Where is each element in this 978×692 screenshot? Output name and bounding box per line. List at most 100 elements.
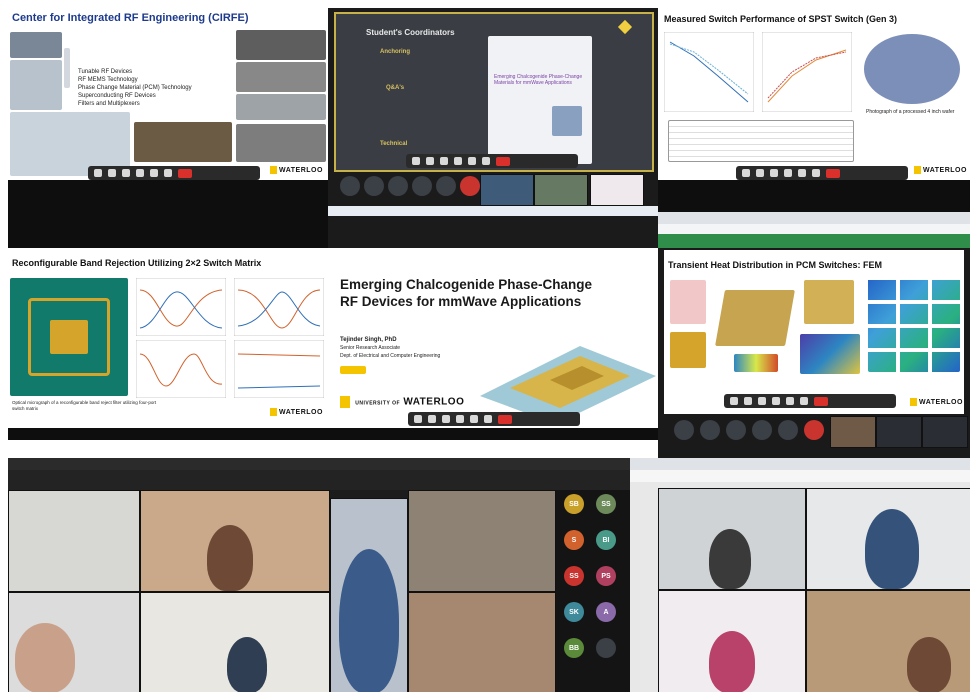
call-control-button[interactable] — [340, 176, 360, 196]
chat-icon[interactable] — [784, 169, 792, 177]
end-call-button[interactable] — [460, 176, 480, 196]
share-icon[interactable] — [468, 157, 476, 165]
meeting-controls[interactable] — [88, 166, 260, 180]
device-3d — [804, 280, 854, 324]
share-icon[interactable] — [470, 415, 478, 423]
call-control-button[interactable] — [778, 420, 798, 440]
participant-video — [8, 592, 140, 692]
share-icon[interactable] — [786, 397, 794, 405]
participant-video — [330, 498, 408, 692]
chat-icon[interactable] — [136, 169, 144, 177]
chat-icon[interactable] — [456, 415, 464, 423]
hand-icon[interactable] — [770, 169, 778, 177]
talk-title-line: RF Devices for mmWave Applications — [340, 294, 582, 309]
chat-icon[interactable] — [454, 157, 462, 165]
bullet-item: Phase Change Material (PCM) Technology — [78, 85, 192, 91]
share-icon[interactable] — [150, 169, 158, 177]
slide-title: Center for Integrated RF Engineering (CI… — [12, 12, 249, 24]
participant-avatar[interactable]: SS — [596, 494, 616, 514]
participant-avatar[interactable]: SS — [564, 566, 584, 586]
participant-video — [922, 416, 968, 448]
call-control-button[interactable] — [726, 420, 746, 440]
browser-tabbar — [630, 458, 970, 470]
participant-video — [658, 488, 806, 590]
participant-figure — [709, 631, 755, 692]
meeting-toolbar — [8, 470, 630, 490]
call-control-button[interactable] — [700, 420, 720, 440]
meeting-controls[interactable] — [406, 154, 578, 168]
leave-call-button[interactable] — [178, 168, 192, 178]
event-poster: Emerging Chalcogenide Phase-Change Mater… — [488, 36, 592, 164]
participant-avatar[interactable] — [596, 638, 616, 658]
more-icon[interactable] — [164, 169, 172, 177]
participant-video — [830, 416, 876, 448]
mic-icon[interactable] — [412, 157, 420, 165]
mic-icon[interactable] — [94, 169, 102, 177]
participant-avatar[interactable]: SK — [564, 602, 584, 622]
meeting-controls[interactable] — [736, 166, 908, 180]
call-control-button[interactable] — [436, 176, 456, 196]
camera-icon[interactable] — [108, 169, 116, 177]
group-label: Technical — [380, 141, 408, 147]
leave-call-button[interactable] — [826, 168, 840, 178]
heat-map-grid — [868, 278, 960, 372]
call-control-button[interactable] — [364, 176, 384, 196]
insertion-loss-plot — [664, 32, 754, 112]
participant-video — [408, 490, 556, 592]
call-control-button[interactable] — [388, 176, 408, 196]
mic-icon[interactable] — [730, 397, 738, 405]
cirfe-screen: Center for Integrated RF Engineering (CI… — [8, 8, 328, 248]
camera-icon[interactable] — [756, 169, 764, 177]
hand-icon[interactable] — [442, 415, 450, 423]
more-icon[interactable] — [484, 415, 492, 423]
crest-icon — [270, 408, 277, 416]
participant-avatar[interactable]: SB — [564, 494, 584, 514]
participant-video — [408, 592, 556, 692]
participant-video — [876, 416, 922, 448]
participant-avatar[interactable]: BB — [564, 638, 584, 658]
participant-avatar[interactable]: S — [564, 530, 584, 550]
crest-icon — [340, 396, 350, 408]
waterloo-logo: WATERLOO — [910, 398, 963, 406]
waterloo-logo: UNIVERSITY OF WATERLOO — [340, 396, 464, 408]
meeting-controls[interactable] — [408, 412, 580, 426]
poster-title: Emerging Chalcogenide Phase-Change Mater… — [494, 74, 583, 86]
camera-icon[interactable] — [428, 415, 436, 423]
call-control-button[interactable] — [752, 420, 772, 440]
participant-avatar[interactable]: BI — [596, 530, 616, 550]
spst-slide: Measured Switch Performance of SPST Swit… — [658, 8, 970, 180]
mic-icon[interactable] — [742, 169, 750, 177]
speaker-dept: Dept. of Electrical and Computer Enginee… — [340, 353, 441, 359]
wafer-photo — [864, 34, 960, 104]
chat-icon[interactable] — [772, 397, 780, 405]
pin-icon[interactable] — [617, 19, 633, 35]
camera-icon[interactable] — [426, 157, 434, 165]
leave-call-button[interactable] — [496, 156, 510, 166]
hand-icon[interactable] — [758, 397, 766, 405]
more-icon[interactable] — [800, 397, 808, 405]
call-control-button[interactable] — [674, 420, 694, 440]
more-icon[interactable] — [482, 157, 490, 165]
s-parameter-plot — [234, 278, 324, 336]
bullet-item: Filters and Multiplexers — [78, 101, 140, 107]
share-icon[interactable] — [798, 169, 806, 177]
mic-icon[interactable] — [414, 415, 422, 423]
browser-addressbar[interactable] — [630, 470, 970, 482]
coordinators-slide: Student's Coordinators Anchoring Q&A's T… — [334, 12, 654, 172]
end-call-button[interactable] — [804, 420, 824, 440]
more-icon[interactable] — [812, 169, 820, 177]
call-control-button[interactable] — [412, 176, 432, 196]
participant-avatar[interactable]: A — [596, 602, 616, 622]
hand-icon[interactable] — [440, 157, 448, 165]
speaker-name: Tejinder Singh, PhD — [340, 337, 397, 343]
meeting-controls[interactable] — [724, 394, 896, 408]
leave-call-button[interactable] — [814, 396, 828, 406]
camera-icon[interactable] — [744, 397, 752, 405]
chip-photo — [236, 124, 326, 162]
leave-call-button[interactable] — [498, 414, 512, 424]
speaker-role: Senior Research Associate — [340, 345, 401, 351]
browser-addressbar[interactable] — [658, 224, 970, 234]
fab-photo — [236, 30, 326, 60]
participant-avatar[interactable]: PS — [596, 566, 616, 586]
hand-icon[interactable] — [122, 169, 130, 177]
